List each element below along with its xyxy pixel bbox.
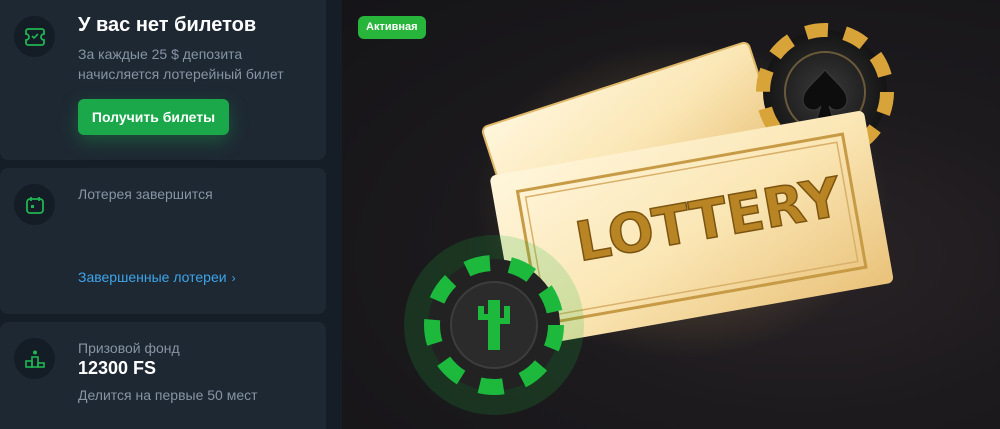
green-chip	[404, 235, 584, 415]
finished-lotteries-link-label: Завершенные лотереи	[78, 269, 227, 285]
prize-fund-label: Призовой фонд	[78, 340, 180, 356]
lottery-info-panel: У вас нет билетов За каждые 25 $ депозит…	[0, 0, 326, 429]
podium-icon-wrap	[14, 338, 55, 379]
ticket-icon-wrap	[14, 16, 55, 57]
lottery-end-card: Лотерея завершится Завершенные лотереи ›	[0, 168, 326, 314]
finished-lotteries-link[interactable]: Завершенные лотереи ›	[78, 269, 236, 285]
lottery-illustration: LOTTERY	[404, 23, 894, 415]
lottery-banner: LOTTERY Активная	[342, 0, 1000, 429]
podium-icon	[24, 350, 45, 368]
lottery-end-label: Лотерея завершится	[78, 186, 213, 202]
tickets-title: У вас нет билетов	[78, 14, 257, 36]
chevron-right-icon: ›	[231, 271, 236, 285]
calendar-icon	[25, 196, 44, 214]
get-tickets-button[interactable]: Получить билеты	[78, 99, 229, 135]
calendar-icon-wrap	[14, 184, 55, 225]
tickets-card: У вас нет билетов За каждые 25 $ депозит…	[0, 0, 326, 160]
prize-distribution-note: Делится на первые 50 мест	[78, 387, 258, 403]
tickets-description: За каждые 25 $ депозита начисляется лоте…	[78, 46, 284, 82]
prize-fund-card: Призовой фонд 12300 FS Делится на первые…	[0, 322, 326, 429]
status-badge: Активная	[358, 16, 426, 39]
ticket-icon	[24, 27, 45, 46]
prize-fund-value: 12300 FS	[78, 358, 157, 378]
